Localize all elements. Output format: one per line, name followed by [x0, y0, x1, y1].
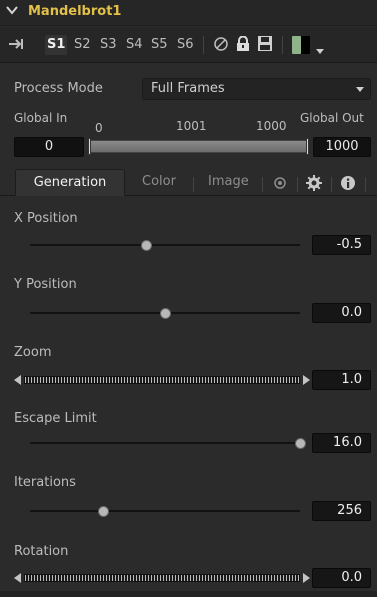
zoom-label: Zoom: [14, 345, 52, 360]
y-position-label: Y Position: [14, 277, 77, 292]
slot-s6-button[interactable]: S6: [177, 35, 194, 55]
x-position-slider[interactable]: [30, 240, 300, 251]
range-start-handle[interactable]: [88, 138, 91, 155]
global-in-label: Global In: [14, 111, 68, 125]
x-position-value[interactable]: -0.5: [312, 235, 371, 255]
iterations-value[interactable]: 256: [312, 501, 371, 521]
y-position-knob[interactable]: [160, 308, 171, 319]
tab-divider: [331, 177, 332, 192]
rotation-jog-wheel[interactable]: [14, 573, 310, 583]
iterations-knob[interactable]: [97, 506, 109, 517]
x-position-knob[interactable]: [141, 240, 153, 251]
zoom-value[interactable]: 1.0: [312, 370, 371, 390]
slot-s3-button[interactable]: S3: [100, 35, 117, 55]
process-mode-value: Full Frames: [151, 81, 225, 96]
tab-divider: [262, 177, 263, 192]
panel-bottom-edge: [0, 591, 377, 597]
color-swatch-dark[interactable]: [301, 36, 310, 54]
jog-bar[interactable]: [24, 574, 300, 582]
iterations-slider[interactable]: [30, 506, 300, 517]
generation-panel: X Position -0.5 Y Position 0.0 Zoom 1.0 …: [0, 197, 377, 597]
escape-limit-knob[interactable]: [295, 438, 306, 449]
range-end-handle[interactable]: [306, 138, 309, 155]
global-range-slider[interactable]: [88, 138, 309, 155]
jog-left-arrow-icon[interactable]: [14, 375, 21, 385]
escape-limit-value[interactable]: 16.0: [312, 433, 371, 453]
color-swatch-icon[interactable]: [292, 36, 301, 54]
collapse-chevron-icon[interactable]: [6, 4, 20, 20]
range-start-label: 0: [95, 121, 103, 135]
iterations-label: Iterations: [14, 475, 76, 490]
escape-limit-slider[interactable]: [30, 438, 306, 449]
range-mid-label: 1001: [176, 119, 207, 133]
x-position-label: X Position: [14, 211, 78, 226]
jog-bar[interactable]: [24, 376, 300, 384]
toolbar: S1 S2 S3 S4 S5 S6: [0, 27, 377, 63]
escape-limit-label: Escape Limit: [14, 411, 97, 426]
tool-header[interactable]: Mandelbrot1: [0, 0, 377, 26]
gear-icon[interactable]: [306, 175, 322, 195]
process-mode-dropdown[interactable]: Full Frames: [142, 78, 371, 100]
global-out-label: Global Out: [300, 111, 364, 125]
slot-s5-button[interactable]: S5: [151, 35, 168, 55]
tab-generation[interactable]: Generation: [15, 169, 125, 196]
slot-s4-button[interactable]: S4: [126, 35, 143, 55]
y-position-value[interactable]: 0.0: [312, 303, 371, 323]
save-icon[interactable]: [258, 36, 272, 56]
dropdown-arrow-icon[interactable]: [316, 42, 324, 62]
jog-right-arrow-icon[interactable]: [303, 573, 310, 583]
toolbar-divider: [203, 36, 204, 54]
settings-icon[interactable]: [272, 175, 288, 195]
disable-icon[interactable]: [213, 36, 229, 56]
tool-title: Mandelbrot1: [28, 4, 122, 19]
slot-s1-button[interactable]: S1: [45, 35, 68, 55]
slot-s2-button[interactable]: S2: [74, 35, 91, 55]
tab-bar: Generation Color Image: [0, 166, 377, 196]
rotation-label: Rotation: [14, 544, 69, 559]
range-end-label: 1000: [256, 119, 287, 133]
y-position-slider[interactable]: [30, 308, 300, 319]
zoom-jog-wheel[interactable]: [14, 375, 310, 385]
jog-left-arrow-icon[interactable]: [14, 573, 21, 583]
process-mode-label: Process Mode: [14, 81, 103, 96]
tab-image[interactable]: Image: [208, 174, 249, 194]
chevron-down-icon: [356, 87, 364, 92]
tab-divider: [193, 177, 194, 192]
toolbar-divider: [282, 36, 283, 54]
lock-icon[interactable]: [236, 35, 250, 56]
jog-right-arrow-icon[interactable]: [303, 375, 310, 385]
info-icon[interactable]: [340, 175, 356, 195]
tab-color[interactable]: Color: [142, 174, 176, 194]
tab-divider: [297, 177, 298, 192]
rotation-value[interactable]: 0.0: [312, 568, 371, 588]
tab-divider: [365, 177, 366, 192]
pin-icon[interactable]: [8, 34, 24, 54]
global-in-field[interactable]: 0: [14, 137, 84, 157]
global-out-field[interactable]: 1000: [313, 137, 371, 157]
